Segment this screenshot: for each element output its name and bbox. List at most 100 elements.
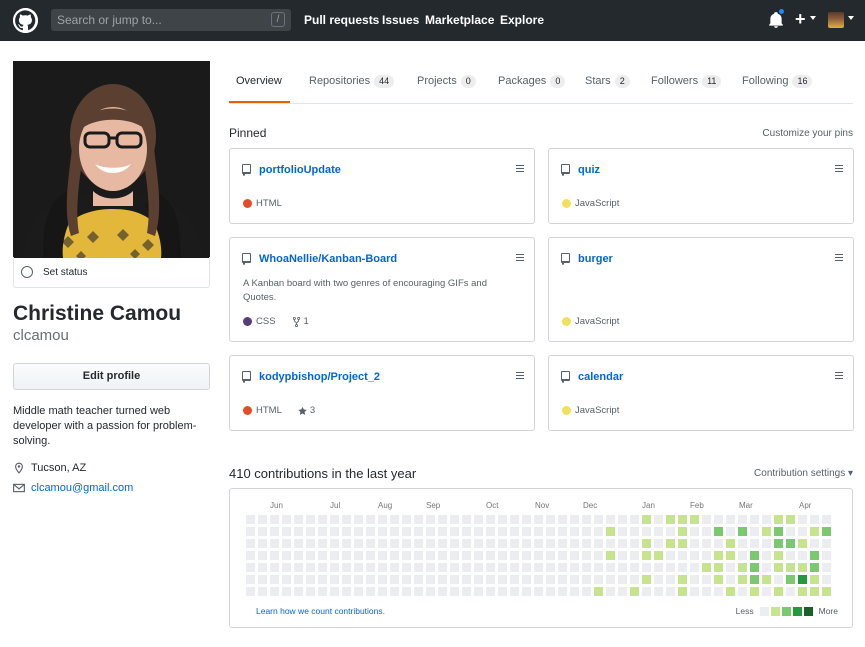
contribution-day[interactable]	[678, 539, 687, 548]
contribution-day[interactable]	[666, 551, 675, 560]
contribution-day[interactable]	[426, 563, 435, 572]
contribution-day[interactable]	[750, 551, 759, 560]
contribution-day[interactable]	[354, 527, 363, 536]
contribution-day[interactable]	[450, 587, 459, 596]
contribution-day[interactable]	[390, 563, 399, 572]
contribution-day[interactable]	[714, 515, 723, 524]
contribution-day[interactable]	[330, 539, 339, 548]
contribution-day[interactable]	[330, 515, 339, 524]
contribution-day[interactable]	[726, 563, 735, 572]
contribution-day[interactable]	[414, 527, 423, 536]
contribution-day[interactable]	[366, 575, 375, 584]
repo-name-link[interactable]: WhoaNellie/Kanban-Board	[259, 253, 397, 265]
contribution-day[interactable]	[822, 575, 831, 584]
contribution-day[interactable]	[558, 515, 567, 524]
contribution-day[interactable]	[414, 575, 423, 584]
contribution-day[interactable]	[486, 515, 495, 524]
contribution-day[interactable]	[282, 575, 291, 584]
edit-profile-button[interactable]: Edit profile	[13, 363, 210, 390]
contribution-day[interactable]	[642, 527, 651, 536]
contribution-day[interactable]	[786, 551, 795, 560]
contribution-day[interactable]	[810, 527, 819, 536]
contribution-day[interactable]	[354, 575, 363, 584]
contribution-day[interactable]	[462, 551, 471, 560]
contribution-day[interactable]	[366, 527, 375, 536]
contribution-day[interactable]	[318, 539, 327, 548]
contribution-day[interactable]	[738, 527, 747, 536]
contribution-day[interactable]	[294, 515, 303, 524]
contribution-day[interactable]	[762, 575, 771, 584]
contribution-day[interactable]	[642, 539, 651, 548]
contribution-day[interactable]	[306, 539, 315, 548]
repo-name-link[interactable]: calendar	[578, 371, 623, 383]
contribution-day[interactable]	[330, 527, 339, 536]
contribution-day[interactable]	[726, 527, 735, 536]
contribution-day[interactable]	[558, 563, 567, 572]
contribution-day[interactable]	[606, 515, 615, 524]
contribution-day[interactable]	[810, 539, 819, 548]
contribution-day[interactable]	[498, 551, 507, 560]
contribution-day[interactable]	[702, 587, 711, 596]
contribution-day[interactable]	[270, 563, 279, 572]
contribution-day[interactable]	[534, 539, 543, 548]
contribution-day[interactable]	[654, 515, 663, 524]
contribution-day[interactable]	[654, 563, 663, 572]
contribution-day[interactable]	[786, 563, 795, 572]
email-link[interactable]: clcamou@gmail.com	[31, 482, 133, 494]
contribution-day[interactable]	[294, 527, 303, 536]
contribution-day[interactable]	[450, 575, 459, 584]
contribution-day[interactable]	[606, 551, 615, 560]
repo-name-link[interactable]: quiz	[578, 164, 600, 176]
contribution-day[interactable]	[690, 575, 699, 584]
contribution-day[interactable]	[738, 515, 747, 524]
contribution-day[interactable]	[774, 539, 783, 548]
contribution-day[interactable]	[474, 575, 483, 584]
contribution-day[interactable]	[354, 551, 363, 560]
contribution-day[interactable]	[534, 563, 543, 572]
contribution-day[interactable]	[426, 575, 435, 584]
search-input[interactable]: Search or jump to... /	[51, 9, 291, 31]
contribution-day[interactable]	[378, 539, 387, 548]
contribution-day[interactable]	[774, 587, 783, 596]
contribution-day[interactable]	[630, 587, 639, 596]
contribution-day[interactable]	[606, 575, 615, 584]
contribution-day[interactable]	[762, 515, 771, 524]
contribution-day[interactable]	[330, 563, 339, 572]
contribution-day[interactable]	[498, 527, 507, 536]
contribution-day[interactable]	[450, 527, 459, 536]
contribution-day[interactable]	[774, 563, 783, 572]
drag-handle-icon[interactable]	[835, 372, 843, 380]
contribution-day[interactable]	[546, 575, 555, 584]
tab-projects[interactable]: Projects 0	[417, 75, 476, 88]
contribution-day[interactable]	[486, 539, 495, 548]
contribution-day[interactable]	[366, 515, 375, 524]
contribution-day[interactable]	[642, 575, 651, 584]
contribution-day[interactable]	[318, 587, 327, 596]
contribution-day[interactable]	[306, 563, 315, 572]
contribution-day[interactable]	[294, 551, 303, 560]
contribution-day[interactable]	[690, 551, 699, 560]
contribution-day[interactable]	[246, 587, 255, 596]
contribution-day[interactable]	[258, 551, 267, 560]
contribution-day[interactable]	[450, 563, 459, 572]
contribution-day[interactable]	[462, 539, 471, 548]
contribution-day[interactable]	[810, 515, 819, 524]
contribution-day[interactable]	[270, 515, 279, 524]
contribution-day[interactable]	[546, 515, 555, 524]
avatar[interactable]	[828, 12, 844, 28]
contribution-day[interactable]	[810, 575, 819, 584]
contribution-day[interactable]	[282, 551, 291, 560]
contribution-day[interactable]	[774, 575, 783, 584]
nav-pull-requests[interactable]: Pull requests	[304, 13, 379, 27]
contribution-day[interactable]	[798, 515, 807, 524]
contribution-day[interactable]	[246, 575, 255, 584]
contribution-day[interactable]	[474, 563, 483, 572]
contribution-day[interactable]	[438, 551, 447, 560]
drag-handle-icon[interactable]	[835, 254, 843, 262]
contribution-day[interactable]	[438, 563, 447, 572]
contribution-day[interactable]	[258, 539, 267, 548]
contribution-day[interactable]	[426, 527, 435, 536]
contribution-day[interactable]	[558, 527, 567, 536]
contribution-day[interactable]	[810, 563, 819, 572]
contribution-day[interactable]	[798, 551, 807, 560]
